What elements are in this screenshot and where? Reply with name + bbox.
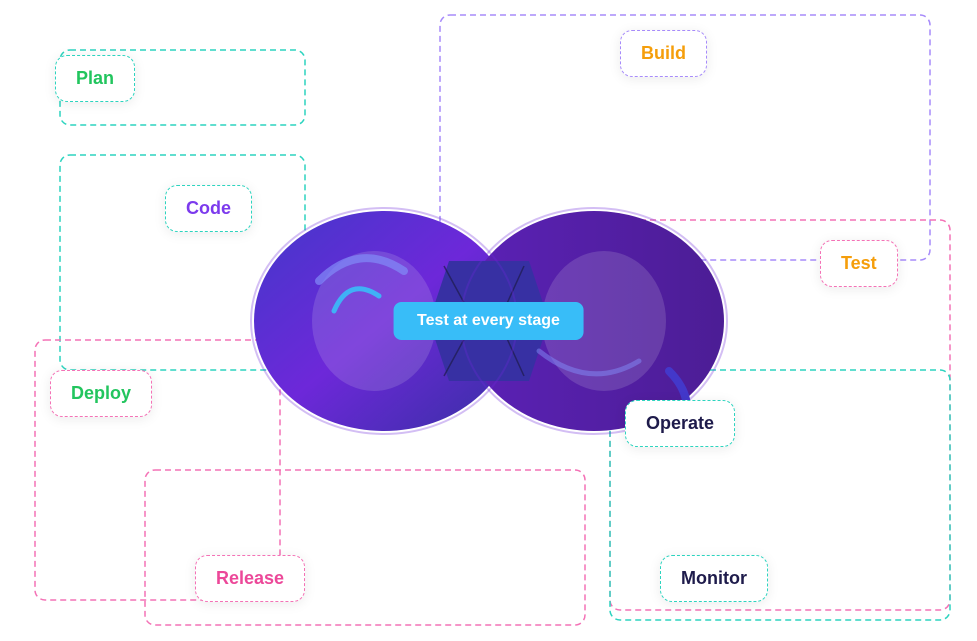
diagram-container: Test at every stage Plan Build Code Test… [0, 0, 977, 641]
card-deploy: Deploy [50, 370, 152, 417]
card-plan: Plan [55, 55, 135, 102]
card-monitor: Monitor [660, 555, 768, 602]
card-release: Release [195, 555, 305, 602]
center-label: Test at every stage [393, 302, 584, 340]
card-code: Code [165, 185, 252, 232]
card-operate: Operate [625, 400, 735, 447]
card-test: Test [820, 240, 898, 287]
card-build: Build [620, 30, 707, 77]
